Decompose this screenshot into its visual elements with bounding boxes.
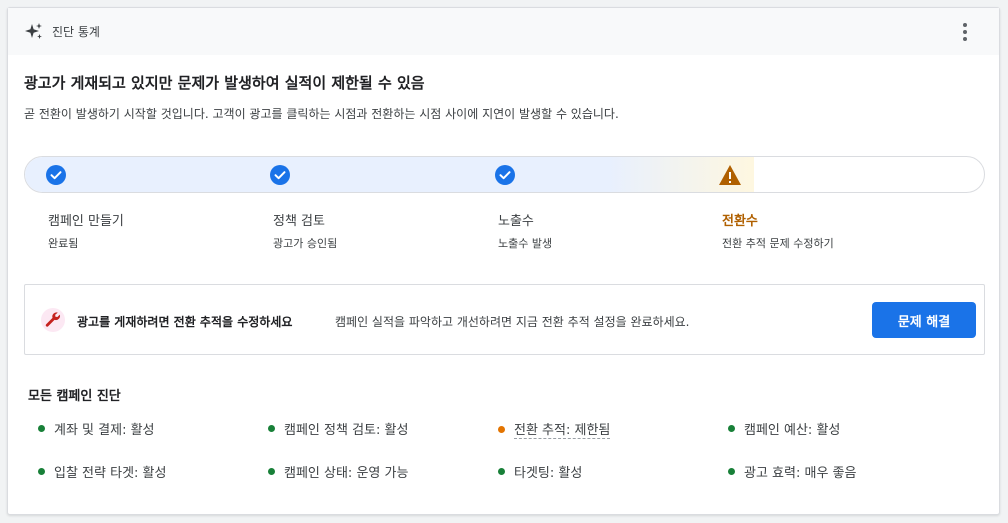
diagnostic-item[interactable]: 전환 추적: 제한됨 — [498, 419, 611, 439]
step-campaign-create: 캠페인 만들기 완료됨 — [48, 210, 124, 251]
fix-problem-button[interactable]: 문제 해결 — [872, 302, 976, 338]
diagnostic-label: 입찰 전략 타겟: 활성 — [54, 466, 167, 481]
step-impressions: 노출수 노출수 발생 — [498, 210, 552, 251]
check-circle-icon — [270, 165, 290, 185]
status-dot-ok — [268, 425, 275, 432]
card-header: 진단 통계 — [8, 8, 999, 55]
diagnostic-item: 캠페인 정책 검토: 활성 — [268, 419, 408, 438]
diagnostic-label: 계좌 및 결제: 활성 — [54, 423, 155, 438]
diagnostic-item: 입찰 전략 타겟: 활성 — [38, 462, 166, 481]
step-conversions[interactable]: 전환수 전환 추적 문제 수정하기 — [722, 210, 834, 251]
wrench-icon — [45, 312, 61, 327]
progress-bar — [24, 156, 985, 193]
step-name: 노출수 — [498, 214, 534, 229]
progress-fill — [25, 157, 754, 192]
alert-title: 광고를 게재하려면 전환 추적을 수정하세요 — [77, 315, 293, 329]
diagnostic-item: 광고 효력: 매우 좋음 — [728, 462, 856, 481]
diagnostic-label: 타겟팅: 활성 — [514, 466, 583, 481]
diagnostics-card: 진단 통계 광고가 게재되고 있지만 문제가 발생하여 실적이 제한될 수 있음… — [7, 7, 1000, 515]
diagnostic-label: 캠페인 예산: 활성 — [744, 423, 841, 438]
all-diagnostics-title: 모든 캠페인 진단 — [28, 389, 121, 404]
more-vert-icon[interactable] — [953, 20, 977, 44]
card-title: 진단 통계 — [52, 25, 100, 39]
diagnostic-item: 계좌 및 결제: 활성 — [38, 419, 155, 438]
step-name: 전환수 — [722, 214, 758, 229]
status-dot-warning — [498, 425, 505, 433]
diagnostic-item: 타겟팅: 활성 — [498, 462, 582, 481]
check-circle-icon — [495, 165, 515, 185]
diagnostic-label: 광고 효력: 매우 좋음 — [744, 466, 857, 481]
status-dot-ok — [728, 425, 735, 432]
status-headline: 광고가 게재되고 있지만 문제가 발생하여 실적이 제한될 수 있음 — [24, 74, 425, 92]
diagnostic-label: 캠페인 정책 검토: 활성 — [284, 423, 409, 438]
step-status: 노출수 발생 — [498, 237, 553, 250]
status-description: 곧 전환이 발생하기 시작할 것입니다. 고객이 광고를 클릭하는 시점과 전환… — [24, 107, 619, 121]
diagnostic-label: 캠페인 상태: 운영 가능 — [284, 466, 409, 481]
check-circle-icon — [46, 165, 66, 185]
alert-body: 캠페인 실적을 파악하고 개선하려면 지금 전환 추적 설정을 완료하세요. — [335, 315, 690, 329]
status-dot-ok — [38, 468, 45, 475]
step-status: 완료됨 — [48, 237, 79, 250]
status-dot-ok — [268, 468, 275, 475]
conversion-tracking-alert: 광고를 게재하려면 전환 추적을 수정하세요 캠페인 실적을 파악하고 개선하려… — [24, 284, 985, 355]
step-status: 광고가 승인됨 — [273, 237, 338, 250]
wrench-icon-container — [41, 308, 65, 332]
step-status: 전환 추적 문제 수정하기 — [722, 237, 834, 250]
diagnostic-item: 캠페인 예산: 활성 — [728, 419, 840, 438]
diagnostic-item: 캠페인 상태: 운영 가능 — [268, 462, 408, 481]
warning-triangle-icon — [719, 165, 741, 185]
step-policy-review: 정책 검토 광고가 승인됨 — [273, 210, 337, 251]
step-name: 캠페인 만들기 — [48, 214, 124, 229]
status-dot-ok — [498, 468, 505, 475]
diagnostic-label: 전환 추적: 제한됨 — [514, 419, 611, 439]
sparkle-icon — [25, 23, 42, 39]
step-name: 정책 검토 — [273, 214, 325, 229]
status-dot-ok — [728, 468, 735, 475]
status-dot-ok — [38, 425, 45, 432]
